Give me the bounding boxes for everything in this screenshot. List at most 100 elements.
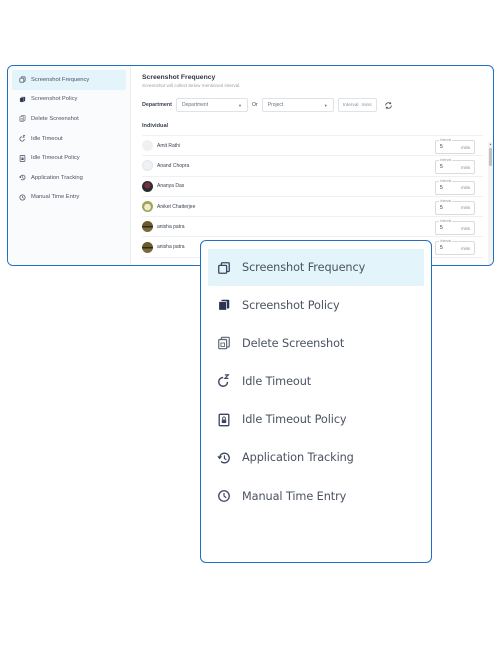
interval-field[interactable]: Interval 5 mins: [435, 138, 475, 154]
avatar: [142, 241, 153, 253]
user-name: Aniket Chatterjee: [157, 203, 196, 210]
sidebar-item-manual-time-entry[interactable]: Manual Time Entry: [12, 188, 126, 208]
interval-field-label: Interval: [439, 178, 453, 183]
sidebar-item-label: Idle Timeout: [242, 374, 312, 388]
avatar: [142, 160, 153, 172]
user-name: anisha patra: [157, 223, 185, 230]
sidebar-item-label: Screenshot Frequency: [242, 261, 366, 274]
interval-unit: mins: [461, 205, 470, 211]
sidebar-item-label: Application Tracking: [31, 174, 83, 181]
delete-files-icon: [18, 115, 26, 123]
sidebar-item-screenshot-policy[interactable]: Screenshot Policy: [208, 286, 424, 324]
sidebar-item-idle-timeout-policy[interactable]: Idle Timeout Policy: [12, 148, 126, 168]
interval-field-label: Interval: [439, 158, 453, 163]
history-icon: [18, 174, 26, 182]
user-name: anisha patra: [157, 244, 185, 251]
list-item: Ananya Das Interval 5 mins: [142, 177, 483, 197]
interval-value: 5: [440, 144, 443, 150]
interval-field-label: Interval: [439, 198, 453, 203]
interval-unit: mins: [461, 245, 470, 251]
interval-value: 5: [440, 184, 443, 191]
or-label: Or: [251, 102, 258, 108]
section-label-individual: Individual: [142, 123, 483, 136]
scrollbar-thumb[interactable]: [489, 148, 492, 166]
sidebar-item-screenshot-frequency[interactable]: Screenshot Frequency: [12, 70, 126, 90]
interval-placeholder: Interval: [342, 102, 359, 108]
department-select[interactable]: Department ▼: [175, 98, 248, 112]
settings-window: Screenshot Frequency Screenshot Policy D…: [7, 65, 494, 266]
sidebar-item-screenshot-policy[interactable]: Screenshot Policy: [12, 90, 126, 110]
sidebar-item-application-tracking[interactable]: Application Tracking: [12, 168, 126, 188]
chevron-down-icon: ▼: [238, 102, 242, 108]
sidebar-item-application-tracking[interactable]: Application Tracking: [208, 439, 424, 477]
interval-field-label: Interval: [439, 138, 453, 142]
interval-field[interactable]: Interval 5 mins: [435, 158, 475, 175]
sidebar-magnified-callout: Screenshot Frequency Screenshot Policy D…: [200, 240, 432, 563]
list-item: Amit Rathi Interval 5 mins: [142, 136, 483, 157]
interval-field-label: Interval: [439, 239, 453, 244]
user-name: Amit Rathi: [157, 142, 181, 149]
sidebar-item-manual-time-entry[interactable]: Manual Time Entry: [208, 477, 424, 515]
interval-value: 5: [440, 164, 443, 171]
sidebar-item-idle-timeout[interactable]: Idle Timeout: [208, 362, 424, 400]
interval-unit: mins: [461, 144, 470, 150]
main-panel: Screenshot Frequency Screenshot will col…: [132, 66, 493, 265]
avatar: [142, 140, 153, 152]
locked-document-icon: [216, 412, 232, 428]
scrollbar[interactable]: ▲: [488, 142, 493, 265]
interval-field-label: Interval: [439, 219, 453, 224]
stacked-files-icon: [18, 95, 26, 103]
locked-document-icon: [18, 154, 26, 162]
interval-field[interactable]: Interval 5 mins: [435, 239, 475, 256]
list-item: anisha patra Interval 5 mins: [142, 217, 483, 238]
sleep-refresh-icon: [18, 135, 26, 143]
user-name: Anand Chopra: [157, 162, 190, 169]
department-label: Department: [142, 102, 172, 108]
sidebar-item-idle-timeout[interactable]: Idle Timeout: [12, 129, 126, 149]
interval-field[interactable]: Interval 5 mins: [435, 178, 475, 195]
stacked-files-icon: [216, 297, 232, 313]
copy-icon: [216, 260, 232, 276]
list-item: Anand Chopra Interval 5 mins: [142, 156, 483, 177]
sidebar-item-label: Delete Screenshot: [31, 115, 79, 122]
interval-value: 5: [440, 225, 443, 232]
page-subtitle: Screenshot will collect below mentioned …: [142, 83, 241, 88]
scroll-up-arrow-icon[interactable]: ▲: [488, 142, 493, 147]
copy-icon: [18, 76, 26, 84]
interval-value: 5: [440, 245, 443, 252]
project-select-value: Project: [267, 102, 284, 108]
department-select-value: Department: [181, 102, 209, 108]
refresh-icon[interactable]: [384, 101, 393, 110]
sidebar-item-delete-screenshot[interactable]: Delete Screenshot: [208, 324, 424, 362]
sleep-refresh-icon: [216, 373, 232, 389]
interval-unit: mins: [361, 102, 372, 108]
sidebar-item-label: Screenshot Frequency: [31, 76, 90, 83]
sidebar-item-idle-timeout-policy[interactable]: Idle Timeout Policy: [208, 401, 424, 439]
sidebar-item-delete-screenshot[interactable]: Delete Screenshot: [12, 109, 126, 129]
interval-unit: mins: [461, 164, 470, 170]
interval-value: 5: [440, 204, 443, 211]
sidebar-item-label: Application Tracking: [242, 451, 354, 465]
interval-input[interactable]: Interval mins: [337, 98, 377, 112]
user-name: Ananya Das: [157, 183, 185, 190]
sidebar-item-screenshot-frequency[interactable]: Screenshot Frequency: [208, 249, 424, 286]
sidebar-item-label: Manual Time Entry: [31, 194, 80, 201]
sidebar-item-label: Screenshot Policy: [31, 96, 78, 103]
interval-unit: mins: [461, 225, 470, 231]
sidebar-item-label: Delete Screenshot: [242, 336, 345, 350]
sidebar: Screenshot Frequency Screenshot Policy D…: [8, 66, 131, 265]
history-icon: [216, 450, 232, 466]
project-select[interactable]: Project ▼: [261, 98, 334, 112]
interval-unit: mins: [461, 185, 470, 191]
sidebar-item-label: Manual Time Entry: [242, 489, 347, 503]
interval-field[interactable]: Interval 5 mins: [435, 198, 475, 215]
sidebar-item-label: Screenshot Policy: [242, 298, 340, 312]
clock-icon: [216, 488, 232, 504]
sidebar-item-label: Idle Timeout: [31, 135, 63, 142]
interval-field[interactable]: Interval 5 mins: [435, 219, 475, 236]
list-item: Aniket Chatterjee Interval 5 mins: [142, 197, 483, 218]
filter-bar: Department Department ▼ Or Project ▼ Int…: [142, 98, 483, 112]
avatar: [142, 180, 153, 192]
page-title: Screenshot Frequency: [142, 74, 216, 81]
delete-files-icon: [216, 335, 232, 351]
